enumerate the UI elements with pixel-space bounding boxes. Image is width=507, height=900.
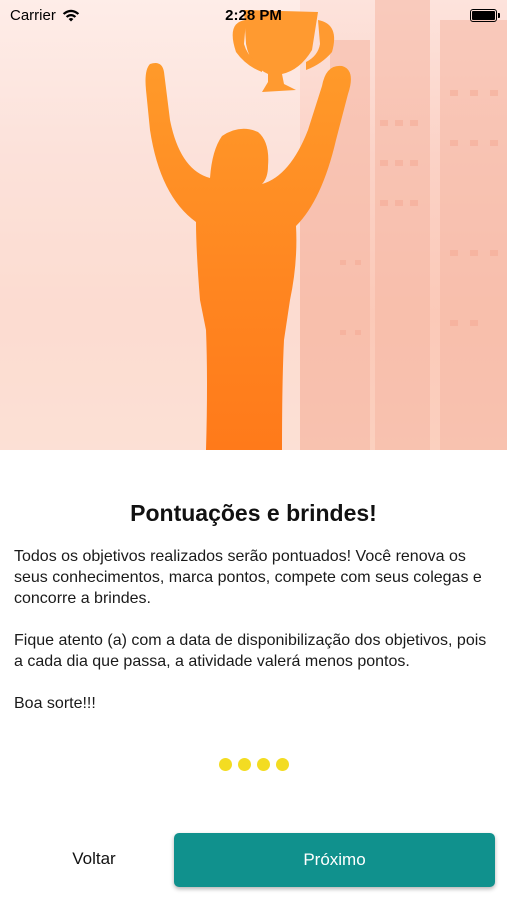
battery-icon (470, 8, 500, 22)
page-dot[interactable] (218, 758, 232, 771)
back-button[interactable]: Voltar (44, 832, 144, 886)
status-bar: Carrier 2:28 PM (0, 0, 507, 30)
trophy-winner-figure (145, 10, 351, 450)
next-button[interactable]: Próximo (174, 833, 495, 887)
page-title: Pontuações e brindes! (130, 500, 377, 526)
description-paragraph: Todos os objetivos realizados serão pont… (14, 548, 482, 607)
description-paragraph: Fique atento (a) com a data de disponibi… (14, 632, 487, 670)
page-dot[interactable] (275, 758, 289, 771)
description-paragraph: Boa sorte!!! (14, 695, 96, 712)
hero-image (0, 0, 507, 450)
clock: 2:28 PM (225, 6, 282, 24)
page-indicator (0, 758, 507, 771)
page-dot[interactable] (237, 758, 251, 771)
page-dot[interactable] (256, 758, 270, 771)
description: Todos os objetivos realizados serão pont… (14, 546, 494, 735)
